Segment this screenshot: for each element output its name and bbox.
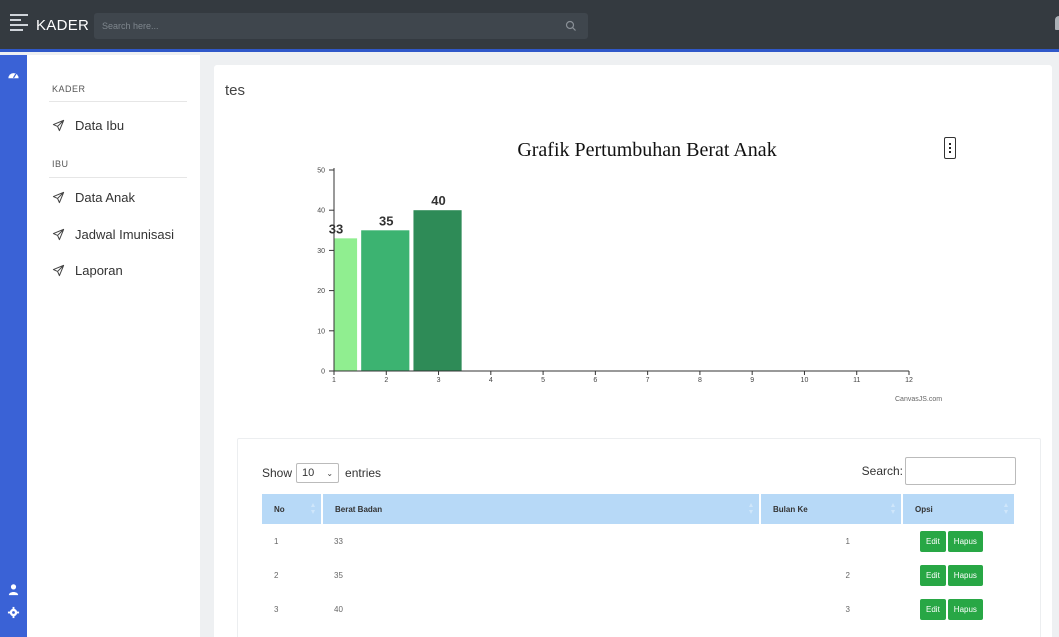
delete-button[interactable]: Hapus: [947, 564, 983, 586]
table-row: 3 40 3 Edit Hapus: [262, 592, 1014, 626]
hamburger-menu-icon[interactable]: [10, 14, 28, 34]
search-label: Search:: [861, 464, 903, 478]
cell-no: 2: [274, 570, 279, 580]
column-header-opsi[interactable]: Opsi: [902, 494, 1014, 524]
weight-growth-chart: 010203040501 2 3 4 5 6 7 8 9 10 11 12333540: [317, 168, 913, 385]
sort-icon: [891, 503, 895, 514]
table-header-row: No Berat Badan Bulan Ke Opsi: [262, 494, 1014, 524]
top-navbar: KADER: [0, 0, 1059, 52]
data-table-card: Show 10 ⌄ entries Search: No Berat Badan…: [237, 438, 1041, 637]
section-divider: [49, 177, 187, 178]
data-label: 33: [329, 221, 343, 236]
search-input[interactable]: [94, 13, 554, 39]
column-header-no[interactable]: No: [262, 494, 323, 524]
column-header-bulan-ke[interactable]: Bulan Ke: [760, 494, 903, 524]
data-table: No Berat Badan Bulan Ke Opsi 1 33 1 Edit…: [262, 494, 1014, 626]
menu-item-label: Data Ibu: [75, 117, 125, 133]
section-title-ibu: IBU: [52, 159, 69, 169]
chart-bar: [413, 210, 462, 371]
paper-plane-icon: [52, 264, 65, 276]
chart-menu-button[interactable]: [944, 137, 956, 159]
x-tick-label: 12: [905, 377, 913, 384]
data-label: 40: [431, 193, 445, 208]
x-tick-label: 1: [332, 377, 336, 384]
edit-button[interactable]: Edit: [920, 530, 946, 552]
gear-icon[interactable]: [7, 606, 20, 619]
y-tick-label: 30: [317, 248, 325, 255]
section-title-kader: KADER: [52, 84, 86, 94]
edit-button[interactable]: Edit: [920, 564, 946, 586]
menu-item-label: Jadwal Imunisasi: [75, 226, 174, 242]
dashboard-icon[interactable]: [7, 69, 20, 82]
page-length-select[interactable]: 10 ⌄: [296, 463, 340, 483]
edit-button[interactable]: Edit: [920, 598, 946, 620]
side-menu: KADER Data Ibu IBU Data Anak Jadwal Imun…: [27, 55, 200, 637]
menu-item-label: Data Anak: [75, 189, 135, 205]
section-divider: [49, 101, 187, 102]
x-tick-label: 11: [853, 377, 860, 384]
chart-bar: [361, 230, 410, 371]
chart-bar: [334, 238, 358, 371]
icon-sidebar: [0, 55, 27, 637]
paper-plane-icon: [52, 119, 65, 131]
delete-button[interactable]: Hapus: [947, 598, 983, 620]
x-tick-label: 7: [646, 377, 650, 384]
x-tick-label: 3: [437, 377, 441, 384]
paper-plane-icon: [52, 191, 65, 203]
search-icon[interactable]: [564, 19, 578, 33]
sort-icon: [311, 503, 315, 514]
x-tick-label: 10: [801, 377, 809, 384]
data-label: 35: [379, 213, 393, 228]
cell-no: 3: [274, 604, 279, 614]
sort-icon: [749, 503, 753, 514]
cell-bulan: 1: [845, 536, 850, 546]
x-tick-label: 2: [384, 377, 388, 384]
menu-item-laporan[interactable]: Laporan: [52, 260, 123, 280]
main-panel: tes 0 10 20 30 40 50 1 2 3 4 5 6 7 8 9 10 11 12 33 35 40 Gra…: [214, 65, 1052, 637]
y-tick-label: 40: [317, 208, 325, 215]
entries-label: entries: [345, 466, 382, 480]
table-row: 2 35 2 Edit Hapus: [262, 558, 1014, 592]
x-tick-label: 4: [489, 377, 493, 384]
x-tick-label: 8: [698, 377, 702, 384]
y-tick-label: 20: [317, 288, 325, 295]
delete-button[interactable]: Hapus: [947, 530, 983, 552]
user-icon[interactable]: [1055, 16, 1059, 30]
cell-bulan: 2: [845, 570, 850, 580]
table-search: Search:: [862, 457, 1016, 485]
cell-berat: 35: [334, 570, 343, 580]
cell-berat: 33: [334, 536, 343, 546]
menu-item-data-anak[interactable]: Data Anak: [52, 187, 135, 207]
y-tick-label: 0: [321, 369, 325, 376]
brand-title[interactable]: KADER: [36, 17, 89, 34]
column-header-berat-badan[interactable]: Berat Badan: [322, 494, 761, 524]
cell-bulan: 3: [845, 604, 850, 614]
search-bar: [94, 13, 588, 39]
cell-opsi: Edit Hapus: [902, 558, 1014, 592]
menu-item-data-ibu[interactable]: Data Ibu: [52, 115, 124, 135]
table-search-input[interactable]: [905, 457, 1016, 485]
chart-title: Grafik Pertumbuhan Berat Anak: [517, 139, 777, 161]
cell-berat: 40: [334, 604, 343, 614]
chart-credit[interactable]: CanvasJS.com: [895, 396, 942, 403]
x-tick-label: 5: [541, 377, 545, 384]
cell-opsi: Edit Hapus: [902, 592, 1014, 626]
menu-item-jadwal-imunisasi[interactable]: Jadwal Imunisasi: [52, 224, 174, 244]
x-tick-label: 9: [750, 377, 754, 384]
menu-item-label: Laporan: [75, 262, 123, 278]
user-profile-icon[interactable]: [7, 583, 20, 596]
sort-icon: [1004, 503, 1008, 514]
show-label: Show: [262, 466, 293, 480]
page-length-control: Show 10 ⌄ entries: [262, 463, 381, 483]
cell-no: 1: [274, 536, 279, 546]
y-tick-label: 50: [317, 168, 325, 175]
table-row: 1 33 1 Edit Hapus: [262, 524, 1014, 558]
y-tick-label: 10: [317, 328, 325, 335]
page-length-value: 10: [302, 467, 315, 479]
chevron-down-icon: ⌄: [326, 468, 334, 478]
cell-opsi: Edit Hapus: [902, 524, 1014, 558]
x-tick-label: 6: [593, 377, 597, 384]
paper-plane-icon: [52, 228, 65, 240]
